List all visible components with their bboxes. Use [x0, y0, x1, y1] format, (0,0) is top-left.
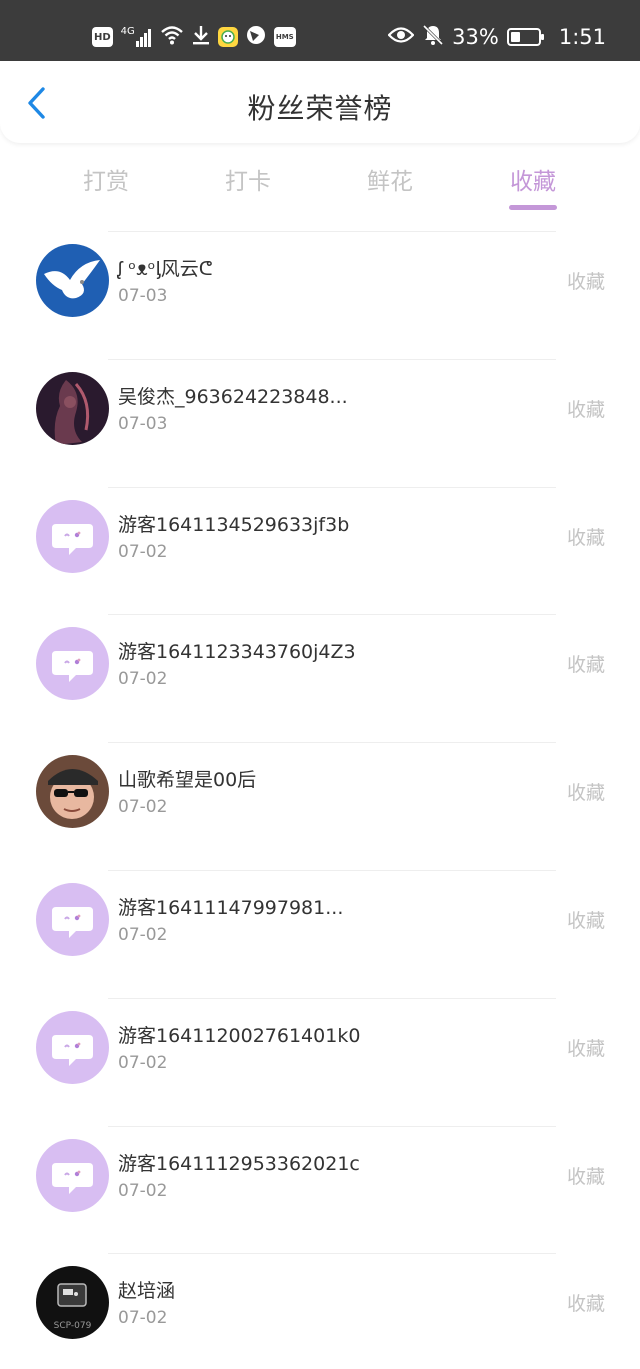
list-item[interactable]: 游客1641123343760j4Z3 07-02 收藏 [0, 614, 640, 742]
item-date: 07-03 [118, 286, 168, 306]
avatar[interactable] [36, 1010, 109, 1084]
item-date: 07-02 [118, 1308, 168, 1329]
list-item[interactable]: SCP-079 赵培涵 07-02 收藏 [0, 1253, 640, 1369]
status-left: HD 4G HMS [92, 22, 296, 52]
wifi-icon [160, 25, 184, 49]
item-name: ᶘ ᵒᴥᵒᶅ风云ᕦ [118, 258, 213, 280]
list-item[interactable]: 吴俊杰_963624223848... 07-03 收藏 [0, 358, 640, 487]
item-name: 游客16411147997981... [118, 896, 344, 919]
network-type: 4G [120, 26, 135, 37]
item-date: 07-02 [118, 924, 168, 945]
item-date: 07-02 [118, 541, 168, 562]
bell-off-icon [422, 24, 444, 50]
divider [108, 1125, 556, 1127]
favorite-label: 收藏 [566, 654, 605, 677]
divider [108, 1253, 556, 1255]
item-date: 07-02 [118, 669, 168, 690]
guest-chat-icon [52, 651, 93, 683]
favorite-label: 收藏 [566, 1293, 605, 1316]
page-title: 粉丝荣誉榜 [247, 92, 393, 125]
divider [108, 614, 556, 616]
battery-icon [506, 28, 544, 46]
favorite-label: 收藏 [566, 909, 605, 932]
avatar[interactable] [36, 499, 109, 573]
favorite-label: 收藏 [566, 782, 605, 805]
item-name: 游客1641123343760j4Z3 [118, 641, 356, 664]
divider [108, 486, 556, 488]
app-icon [217, 27, 238, 47]
item-date: 07-02 [118, 797, 168, 818]
eye-icon [387, 26, 415, 48]
tab-reward[interactable]: 打赏 [51, 162, 161, 196]
item-date: 07-02 [118, 1052, 168, 1073]
divider [108, 231, 556, 232]
favorite-label: 收藏 [566, 526, 605, 549]
item-date: 07-03 [118, 413, 168, 434]
header: 粉丝荣誉榜 [0, 61, 640, 143]
avatar[interactable] [36, 882, 109, 956]
favorite-label: 收藏 [566, 1037, 605, 1060]
avatar[interactable]: SCP-079 [36, 1266, 109, 1340]
tab-flowers[interactable]: 鲜花 [335, 162, 445, 196]
list-item[interactable]: 游客1641134529633jf3b 07-02 收藏 [0, 486, 640, 615]
fan-list: ᶘ ᵒᴥᵒᶅ风云ᕦ 07-03 收藏 吴俊杰_963624223848... 0… [0, 231, 640, 1369]
tab-checkin[interactable]: 打卡 [193, 162, 303, 196]
divider [108, 869, 556, 871]
download-icon [192, 25, 210, 49]
list-item[interactable]: 山歌希望是00后 07-02 收藏 [0, 742, 640, 870]
list-item[interactable]: 游客16411147997981... 07-02 收藏 [0, 869, 640, 998]
battery-percent: 33% [452, 25, 499, 49]
tab-bar: 打赏 打卡 鲜花 收藏 [0, 150, 640, 220]
clock: 1:51 [558, 25, 606, 49]
item-name: 游客1641112953362021c [118, 1152, 360, 1175]
divider [108, 358, 556, 360]
status-bar: HD 4G HMS 33% 1:51 [0, 0, 640, 61]
divider [108, 742, 556, 744]
avatar[interactable] [36, 371, 109, 445]
item-name: 吴俊杰_963624223848... [118, 385, 348, 408]
list-item[interactable]: 游客1641112953362021c 07-02 收藏 [0, 1125, 640, 1254]
item-name: 游客1641134529633jf3b [118, 513, 350, 536]
favorite-label: 收藏 [566, 398, 605, 421]
avatar[interactable] [36, 1138, 109, 1212]
avatar-text: SCP-079 [54, 1321, 92, 1331]
tab-favorites[interactable]: 收藏 [478, 162, 588, 196]
status-right: 33% 1:51 [387, 22, 606, 52]
item-name: 赵培涵 [118, 1280, 176, 1303]
guest-chat-icon [52, 523, 93, 555]
avatar[interactable] [36, 755, 109, 829]
guest-chat-icon [52, 1162, 93, 1194]
avatar[interactable] [36, 244, 109, 317]
list-item[interactable]: 游客164112002761401k0 07-02 收藏 [0, 997, 640, 1126]
avatar[interactable] [36, 627, 109, 701]
guest-chat-icon [52, 1034, 93, 1066]
favorite-label: 收藏 [566, 271, 605, 293]
hms-icon: HMS [273, 27, 296, 47]
item-date: 07-02 [118, 1180, 168, 1201]
divider [108, 997, 556, 999]
guest-chat-icon [52, 906, 93, 938]
favorite-label: 收藏 [566, 1165, 605, 1188]
hd-icon: HD [92, 27, 113, 47]
list-item[interactable]: ᶘ ᵒᴥᵒᶅ风云ᕦ 07-03 收藏 [0, 231, 640, 359]
tab-indicator [509, 205, 557, 210]
signal-icon: 4G [121, 27, 152, 47]
item-name: 游客164112002761401k0 [118, 1024, 361, 1047]
item-name: 山歌希望是00后 [118, 769, 257, 792]
browser-icon [246, 25, 266, 49]
